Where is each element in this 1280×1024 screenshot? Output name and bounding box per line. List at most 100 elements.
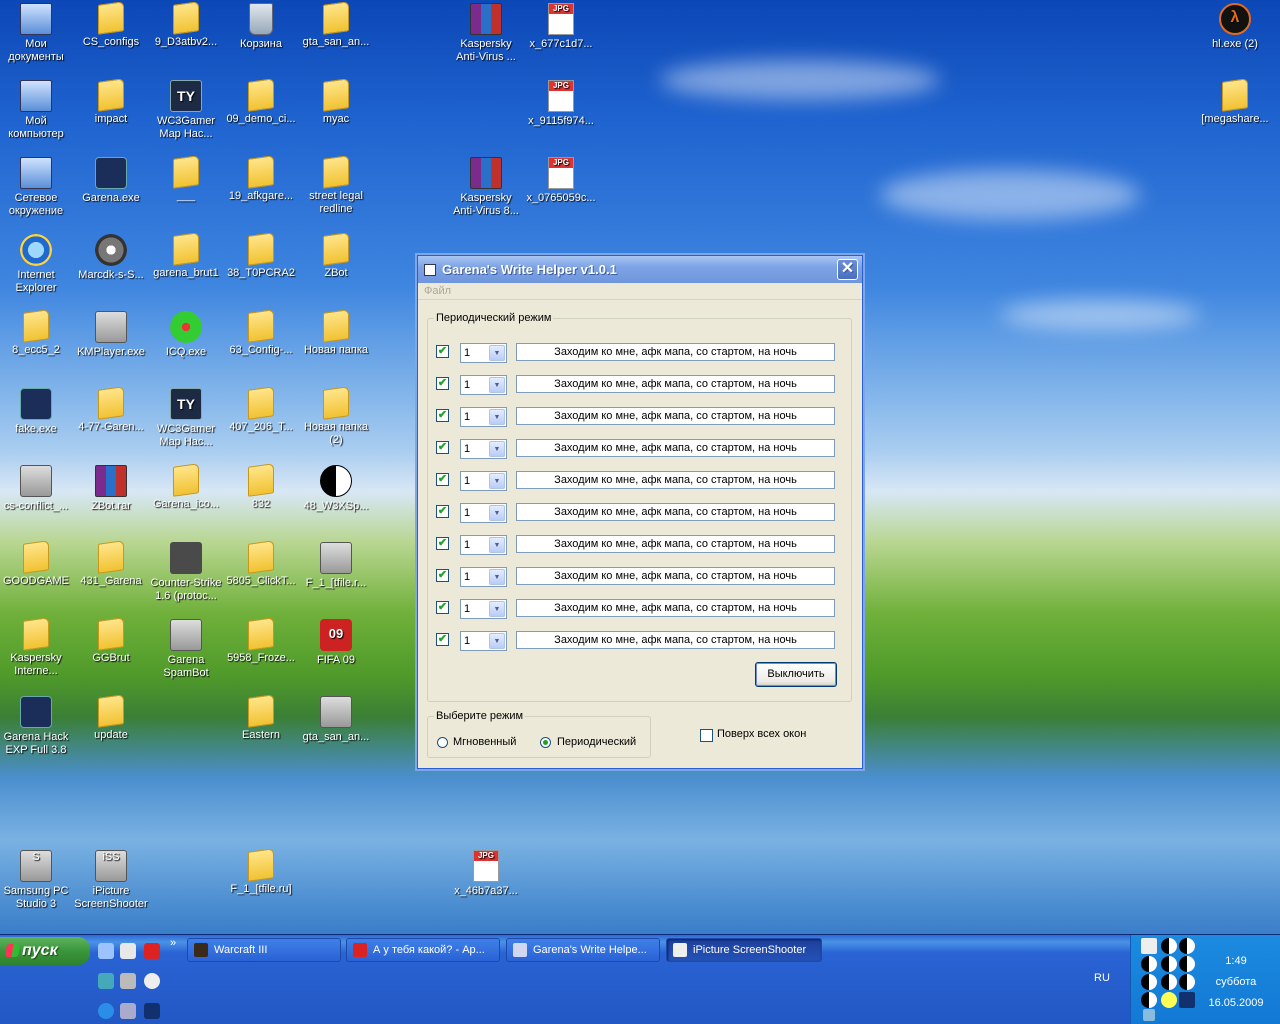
- desktop-icon[interactable]: Garena SpamBot: [148, 619, 224, 680]
- desktop-icon[interactable]: Garena Hack EXP Full 3.8: [0, 696, 74, 757]
- row-enable-checkbox[interactable]: ✔: [436, 409, 449, 422]
- row-enable-checkbox[interactable]: ✔: [436, 345, 449, 358]
- message-input[interactable]: Заходим ко мне, афк мапа, со стартом, на…: [516, 567, 835, 585]
- interval-combobox[interactable]: 1 ▼: [460, 439, 507, 459]
- desktop-icon[interactable]: TY WC3Gamer Map Hac...: [148, 80, 224, 141]
- desktop-icon[interactable]: TY WC3Gamer Map Hac...: [148, 388, 224, 449]
- yin-yang-tray-icon[interactable]: [1161, 956, 1177, 972]
- desktop-icon[interactable]: Internet Explorer: [0, 234, 74, 295]
- yin-yang-tray-icon[interactable]: [1141, 992, 1157, 1008]
- desktop-icon[interactable]: Мои документы: [0, 3, 74, 64]
- desktop-icon[interactable]: F_1_[tfile.r...: [298, 542, 374, 590]
- desktop-icon[interactable]: 48_W3XSp...: [298, 465, 374, 513]
- desktop-icon[interactable]: Новая папка (2): [298, 386, 374, 447]
- desktop-icon[interactable]: F_1_[tfile.ru]: [223, 848, 299, 896]
- desktop-icon[interactable]: 4-77-Garen...: [73, 386, 149, 434]
- desktop-icon[interactable]: Сетевое окружение: [0, 157, 74, 218]
- ipicture-quick-icon[interactable]: [120, 943, 136, 959]
- quick-launch-icon[interactable]: [120, 1003, 136, 1019]
- interval-combobox[interactable]: 1 ▼: [460, 599, 507, 619]
- quick-launch-more-icon[interactable]: »: [170, 937, 176, 949]
- chevron-down-icon[interactable]: ▼: [489, 409, 505, 425]
- interval-combobox[interactable]: 1 ▼: [460, 471, 507, 491]
- turn-off-button[interactable]: Выключить: [755, 662, 837, 687]
- yin-yang-tray-icon[interactable]: [1179, 956, 1195, 972]
- desktop-icon[interactable]: Eastern: [223, 694, 299, 742]
- desktop-icon[interactable]: GGBrut: [73, 617, 149, 665]
- desktop-icon[interactable]: myac: [298, 78, 374, 126]
- menu-file[interactable]: Файл: [424, 285, 451, 297]
- desktop-icon[interactable]: impact: [73, 78, 149, 126]
- desktop-icon[interactable]: 431_Garena: [73, 540, 149, 588]
- chevron-down-icon[interactable]: ▼: [489, 441, 505, 457]
- periodic-mode-radio[interactable]: [540, 737, 551, 748]
- chevron-down-icon[interactable]: ▼: [489, 505, 505, 521]
- chevron-down-icon[interactable]: ▼: [489, 537, 505, 553]
- desktop-icon[interactable]: Garena_ico...: [148, 463, 224, 511]
- network-tray-icon[interactable]: [1143, 1009, 1155, 1021]
- periodic-mode-label[interactable]: Периодический: [557, 736, 636, 748]
- opera-quick-icon[interactable]: [144, 943, 160, 959]
- quick-launch-icon[interactable]: [144, 1003, 160, 1019]
- desktop-icon[interactable]: 832: [223, 463, 299, 511]
- desktop-icon[interactable]: fake.exe: [0, 388, 74, 436]
- desktop-icon[interactable]: iSS iPicture ScreenShooter: [73, 850, 149, 911]
- yin-yang-tray-icon[interactable]: [1141, 956, 1157, 972]
- desktop-icon[interactable]: JPG x_677c1d7...: [523, 3, 599, 51]
- desktop-icon[interactable]: GOODGAME: [0, 540, 74, 588]
- desktop-icon[interactable]: Новая папка: [298, 309, 374, 357]
- desktop-icon[interactable]: Kaspersky Anti-Virus ...: [448, 3, 524, 64]
- desktop-icon[interactable]: 19_afkgare...: [223, 155, 299, 203]
- desktop-icon[interactable]: JPG x_0765059c...: [523, 157, 599, 205]
- row-enable-checkbox[interactable]: ✔: [436, 441, 449, 454]
- message-input[interactable]: Заходим ко мне, афк мапа, со стартом, на…: [516, 407, 835, 425]
- interval-combobox[interactable]: 1 ▼: [460, 375, 507, 395]
- desktop-icon[interactable]: JPG x_9115f974...: [523, 80, 599, 128]
- desktop-icon[interactable]: 407_206_T...: [223, 386, 299, 434]
- desktop-icon[interactable]: S Samsung PC Studio 3: [0, 850, 74, 911]
- desktop-icon[interactable]: Kaspersky Anti-Virus 8...: [448, 157, 524, 218]
- row-enable-checkbox[interactable]: ✔: [436, 569, 449, 582]
- desktop-icon[interactable]: ZBot: [298, 232, 374, 280]
- yin-yang-tray-icon[interactable]: [1161, 938, 1177, 954]
- desktop-icon[interactable]: gta_san_an...: [298, 1, 374, 49]
- ipicture-tray-icon[interactable]: [1141, 938, 1157, 954]
- message-input[interactable]: Заходим ко мне, афк мапа, со стартом, на…: [516, 503, 835, 521]
- desktop-icon[interactable]: 09 FIFA 09: [298, 619, 374, 667]
- chevron-down-icon[interactable]: ▼: [489, 345, 505, 361]
- desktop-icon[interactable]: 8_ecc5_2: [0, 309, 74, 357]
- row-enable-checkbox[interactable]: ✔: [436, 633, 449, 646]
- interval-combobox[interactable]: 1 ▼: [460, 503, 507, 523]
- desktop-icon[interactable]: Garena.exe: [73, 157, 149, 205]
- quick-launch-icon[interactable]: [98, 973, 114, 989]
- yin-yang-tray-icon[interactable]: [1161, 974, 1177, 990]
- chevron-down-icon[interactable]: ▼: [489, 473, 505, 489]
- row-enable-checkbox[interactable]: ✔: [436, 505, 449, 518]
- desktop-icon[interactable]: ZBot.rar: [73, 465, 149, 513]
- language-indicator[interactable]: RU: [1094, 972, 1110, 984]
- desktop-icon[interactable]: λ hl.exe (2): [1197, 3, 1273, 51]
- desktop-icon[interactable]: Marcdk-s-S...: [73, 234, 149, 282]
- row-enable-checkbox[interactable]: ✔: [436, 537, 449, 550]
- desktop-icon[interactable]: Корзина: [223, 3, 299, 51]
- message-input[interactable]: Заходим ко мне, афк мапа, со стартом, на…: [516, 535, 835, 553]
- desktop-icon[interactable]: garena_brut1: [148, 232, 224, 280]
- desktop-icon[interactable]: ICQ.exe: [148, 311, 224, 359]
- message-input[interactable]: Заходим ко мне, афк мапа, со стартом, на…: [516, 439, 835, 457]
- tray-app-icon[interactable]: [1179, 992, 1195, 1008]
- internet-explorer-quick-icon[interactable]: [98, 1003, 114, 1019]
- desktop-icon[interactable]: [megashare...: [1197, 78, 1273, 126]
- close-button[interactable]: ✕: [837, 259, 858, 280]
- chevron-down-icon[interactable]: ▼: [489, 569, 505, 585]
- desktop-icon[interactable]: Counter-Strike 1.6 (protoc...: [148, 542, 224, 603]
- interval-combobox[interactable]: 1 ▼: [460, 407, 507, 427]
- icq-tray-icon[interactable]: [1161, 992, 1177, 1008]
- title-bar[interactable]: Garena's Write Helper v1.0.1 ✕: [418, 256, 862, 283]
- row-enable-checkbox[interactable]: ✔: [436, 601, 449, 614]
- chevron-down-icon[interactable]: ▼: [489, 601, 505, 617]
- desktop-icon[interactable]: 5958_Froze...: [223, 617, 299, 665]
- desktop-icon[interactable]: Kaspersky Interne...: [0, 617, 74, 678]
- message-input[interactable]: Заходим ко мне, афк мапа, со стартом, на…: [516, 599, 835, 617]
- message-input[interactable]: Заходим ко мне, афк мапа, со стартом, на…: [516, 343, 835, 361]
- quick-launch-icon[interactable]: [120, 973, 136, 989]
